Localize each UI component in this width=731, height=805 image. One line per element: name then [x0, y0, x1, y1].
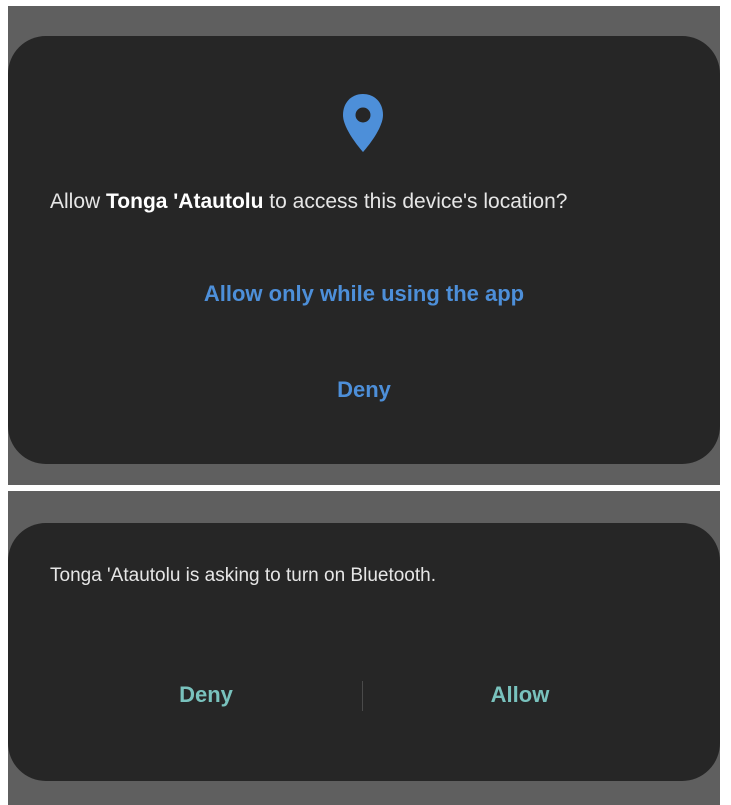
location-permission-prompt: Allow Tonga 'Atautolu to access this dev…	[50, 188, 690, 216]
allow-while-using-button[interactable]: Allow only while using the app	[8, 279, 720, 309]
location-pin-icon	[343, 94, 383, 152]
prompt-prefix: Allow	[50, 190, 107, 213]
bluetooth-allow-button[interactable]: Allow	[420, 680, 620, 710]
bluetooth-deny-button[interactable]: Deny	[106, 680, 306, 710]
bluetooth-request-message: Tonga 'Atautolu is asking to turn on Blu…	[50, 565, 436, 586]
prompt-suffix: to access this device's location?	[263, 190, 568, 213]
location-deny-button[interactable]: Deny	[8, 375, 720, 405]
location-permission-dialog: Allow Tonga 'Atautolu to access this dev…	[8, 36, 720, 464]
app-name: Tonga 'Atautolu	[106, 190, 264, 213]
button-divider	[362, 681, 363, 711]
location-permission-screen: Allow Tonga 'Atautolu to access this dev…	[8, 6, 720, 485]
bluetooth-request-dialog: Tonga 'Atautolu is asking to turn on Blu…	[8, 523, 720, 781]
bluetooth-request-screen: Tonga 'Atautolu is asking to turn on Blu…	[8, 491, 720, 805]
